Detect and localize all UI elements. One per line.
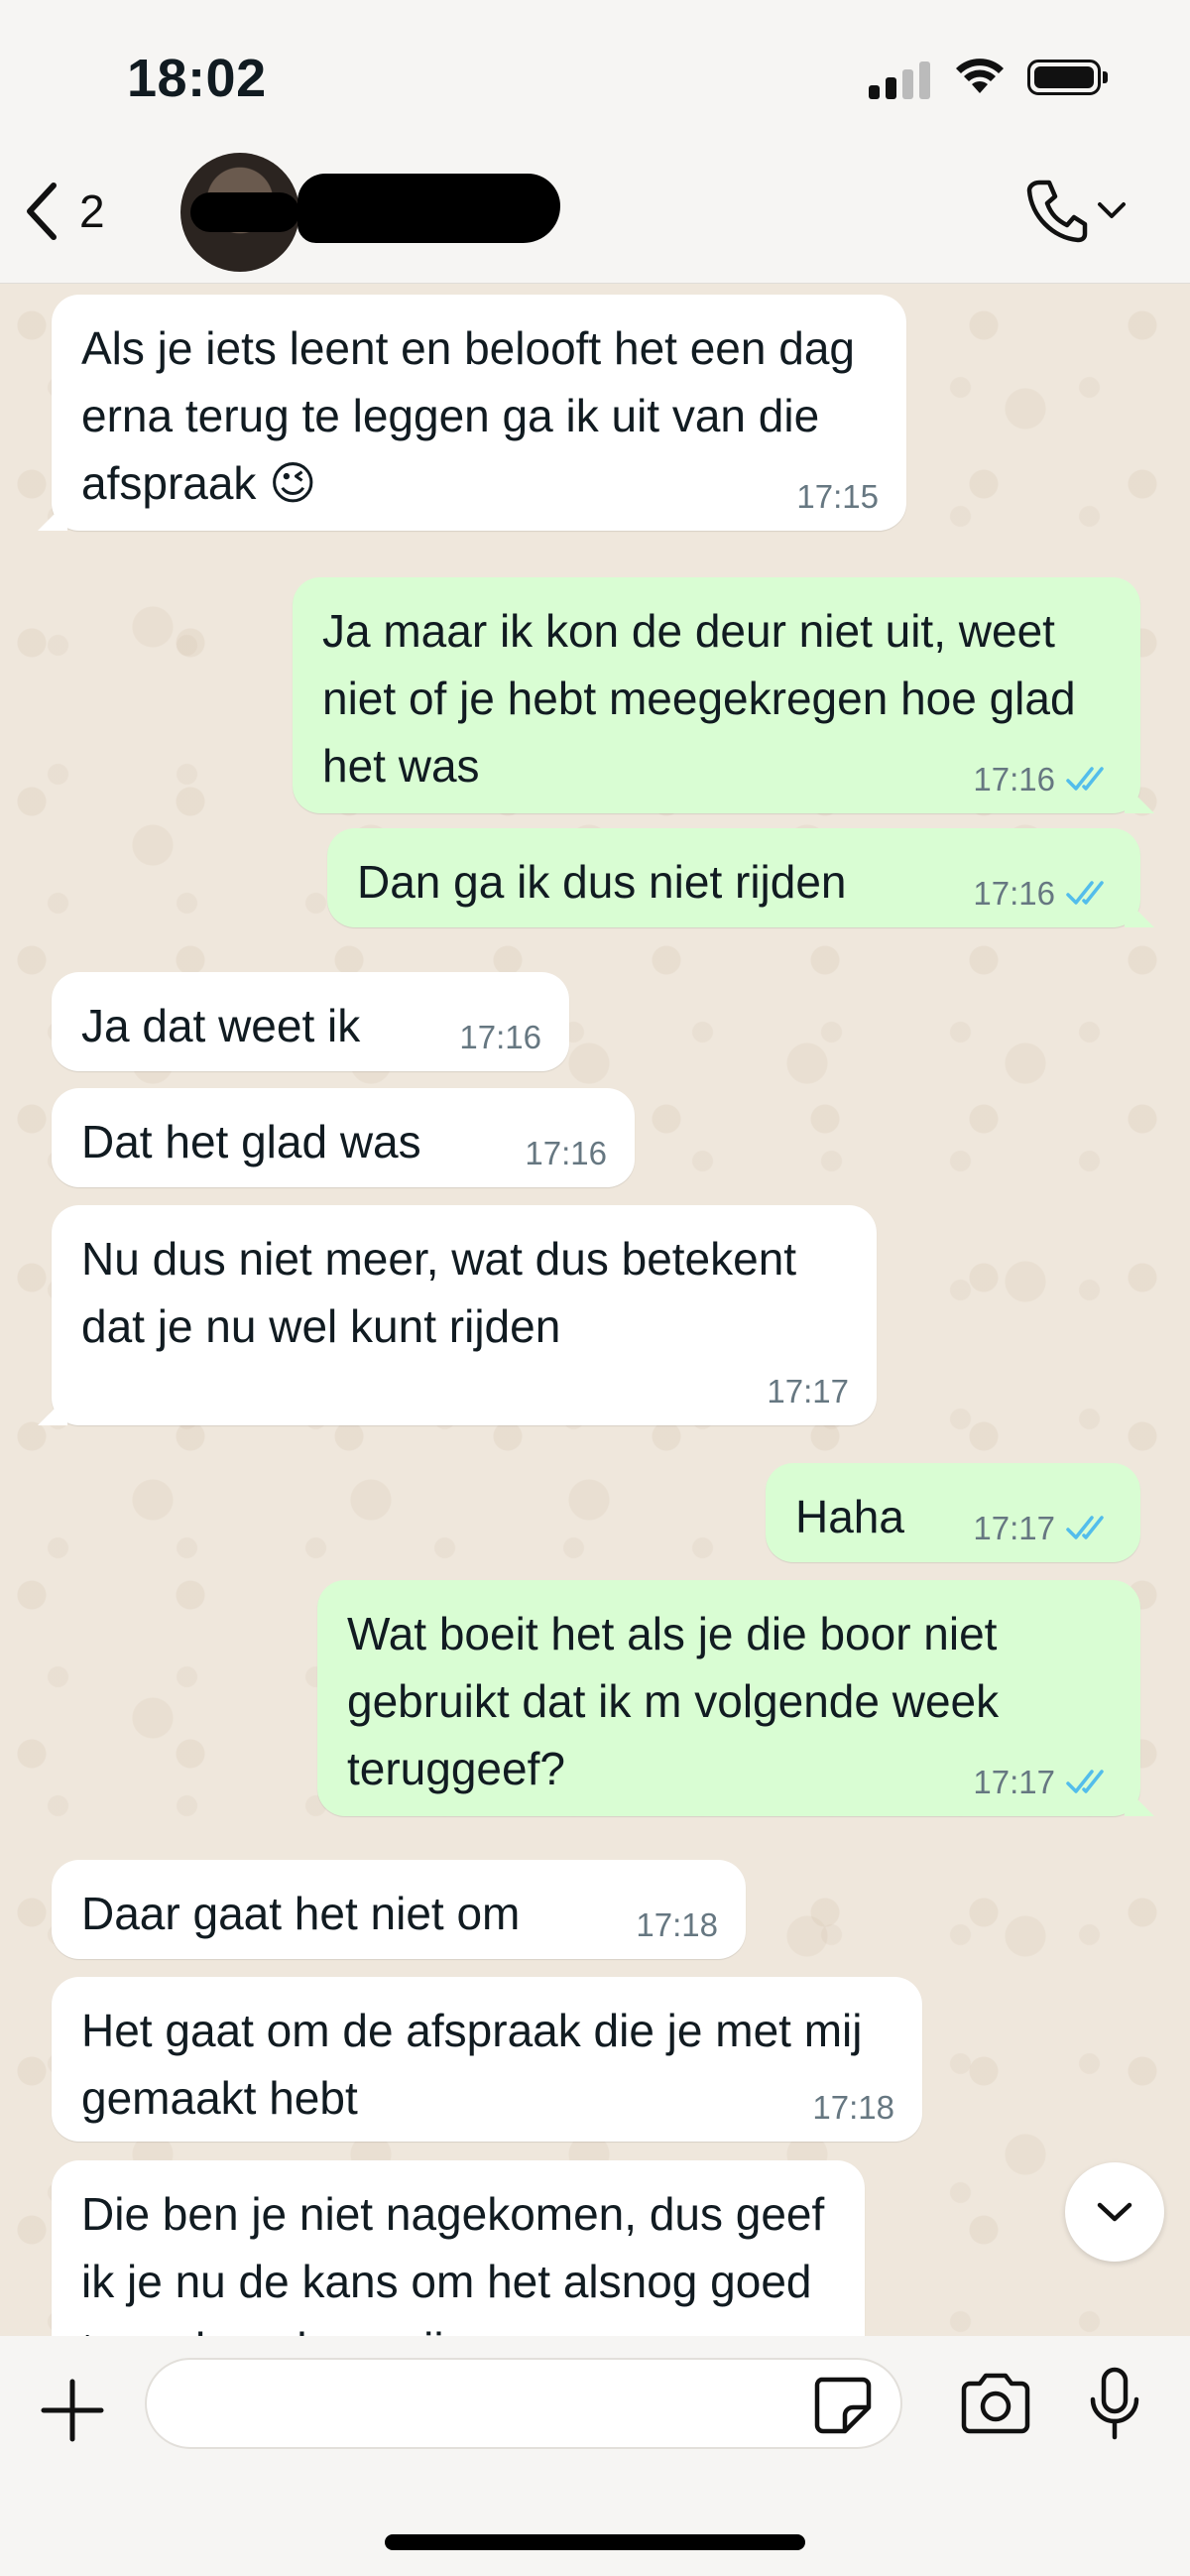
message-outgoing[interactable]: Haha 17:17	[766, 1463, 1140, 1562]
message-list[interactable]: Als je iets leent en belooft het een dag…	[0, 283, 1190, 2336]
message-text: Daar gaat het niet om	[81, 1888, 521, 1939]
message-text: Nu dus niet meer, wat dus betekent dat j…	[81, 1233, 797, 1352]
message-text: Het gaat om de afspraak die je met mij g…	[81, 2005, 863, 2124]
message-text: Die ben je niet nagekomen, dus geef ik j…	[81, 2188, 825, 2336]
message-time: 17:18	[636, 1906, 718, 1943]
double-check-icon	[1066, 767, 1104, 791]
message-time: 17:16	[973, 875, 1055, 912]
microphone-icon[interactable]	[1085, 2366, 1144, 2445]
unread-count: 2	[79, 185, 105, 237]
message-incoming[interactable]: Het gaat om de afspraak die je met mij g…	[52, 1977, 922, 2142]
message-input[interactable]	[145, 2358, 902, 2449]
message-time: 17:16	[973, 761, 1055, 797]
message-outgoing[interactable]: Wat boeit het als je die boor niet gebru…	[317, 1580, 1140, 1816]
camera-icon[interactable]	[958, 2372, 1033, 2435]
signal-icon	[869, 58, 932, 99]
message-time: 17:18	[812, 2089, 894, 2126]
message-incoming[interactable]: Die ben je niet nagekomen, dus geef ik j…	[52, 2160, 865, 2336]
status-time: 18:02	[127, 49, 267, 108]
message-time: 17:15	[796, 478, 879, 515]
wifi-icon	[956, 59, 1004, 93]
message-time: 17:17	[973, 1764, 1055, 1800]
message-outgoing[interactable]: Ja maar ik kon de deur niet uit, weet ni…	[293, 577, 1140, 813]
message-time: 17:16	[459, 1019, 541, 1055]
phone-icon	[1026, 180, 1088, 243]
message-time: 17:17	[973, 1510, 1055, 1546]
message-text: Als je iets leent en belooft het een dag…	[81, 322, 856, 509]
back-button[interactable]: 2	[22, 177, 121, 246]
chevron-down-icon	[1098, 202, 1126, 218]
message-outgoing[interactable]: Dan ga ik dus niet rijden 17:16	[327, 828, 1140, 927]
double-check-icon	[1066, 1770, 1104, 1793]
scroll-to-bottom-button[interactable]	[1065, 2162, 1164, 2262]
call-button[interactable]	[1025, 177, 1129, 244]
message-incoming[interactable]: Daar gaat het niet om 17:18	[52, 1860, 746, 1959]
double-check-icon	[1066, 1516, 1104, 1539]
contact-name-redacted[interactable]	[298, 174, 560, 243]
double-check-icon	[1066, 881, 1104, 905]
message-incoming[interactable]: Nu dus niet meer, wat dus betekent dat j…	[52, 1205, 877, 1425]
home-indicator[interactable]	[385, 2534, 805, 2550]
status-bar: 18:02	[0, 0, 1190, 159]
redaction-mark	[190, 192, 299, 232]
message-time: 17:16	[525, 1135, 607, 1171]
sticker-icon[interactable]	[811, 2374, 873, 2435]
message-incoming[interactable]: Ja dat weet ik 17:16	[52, 972, 569, 1071]
chat-header: 2	[0, 149, 1190, 284]
avatar[interactable]	[180, 153, 299, 272]
plus-icon[interactable]	[38, 2376, 107, 2445]
chevron-down-icon	[1097, 2202, 1132, 2222]
battery-icon	[1027, 60, 1108, 95]
message-time: 17:17	[767, 1373, 849, 1410]
message-incoming[interactable]: Als je iets leent en belooft het een dag…	[52, 295, 906, 531]
back-chevron-icon	[27, 183, 57, 240]
message-incoming[interactable]: Dat het glad was 17:16	[52, 1088, 635, 1187]
